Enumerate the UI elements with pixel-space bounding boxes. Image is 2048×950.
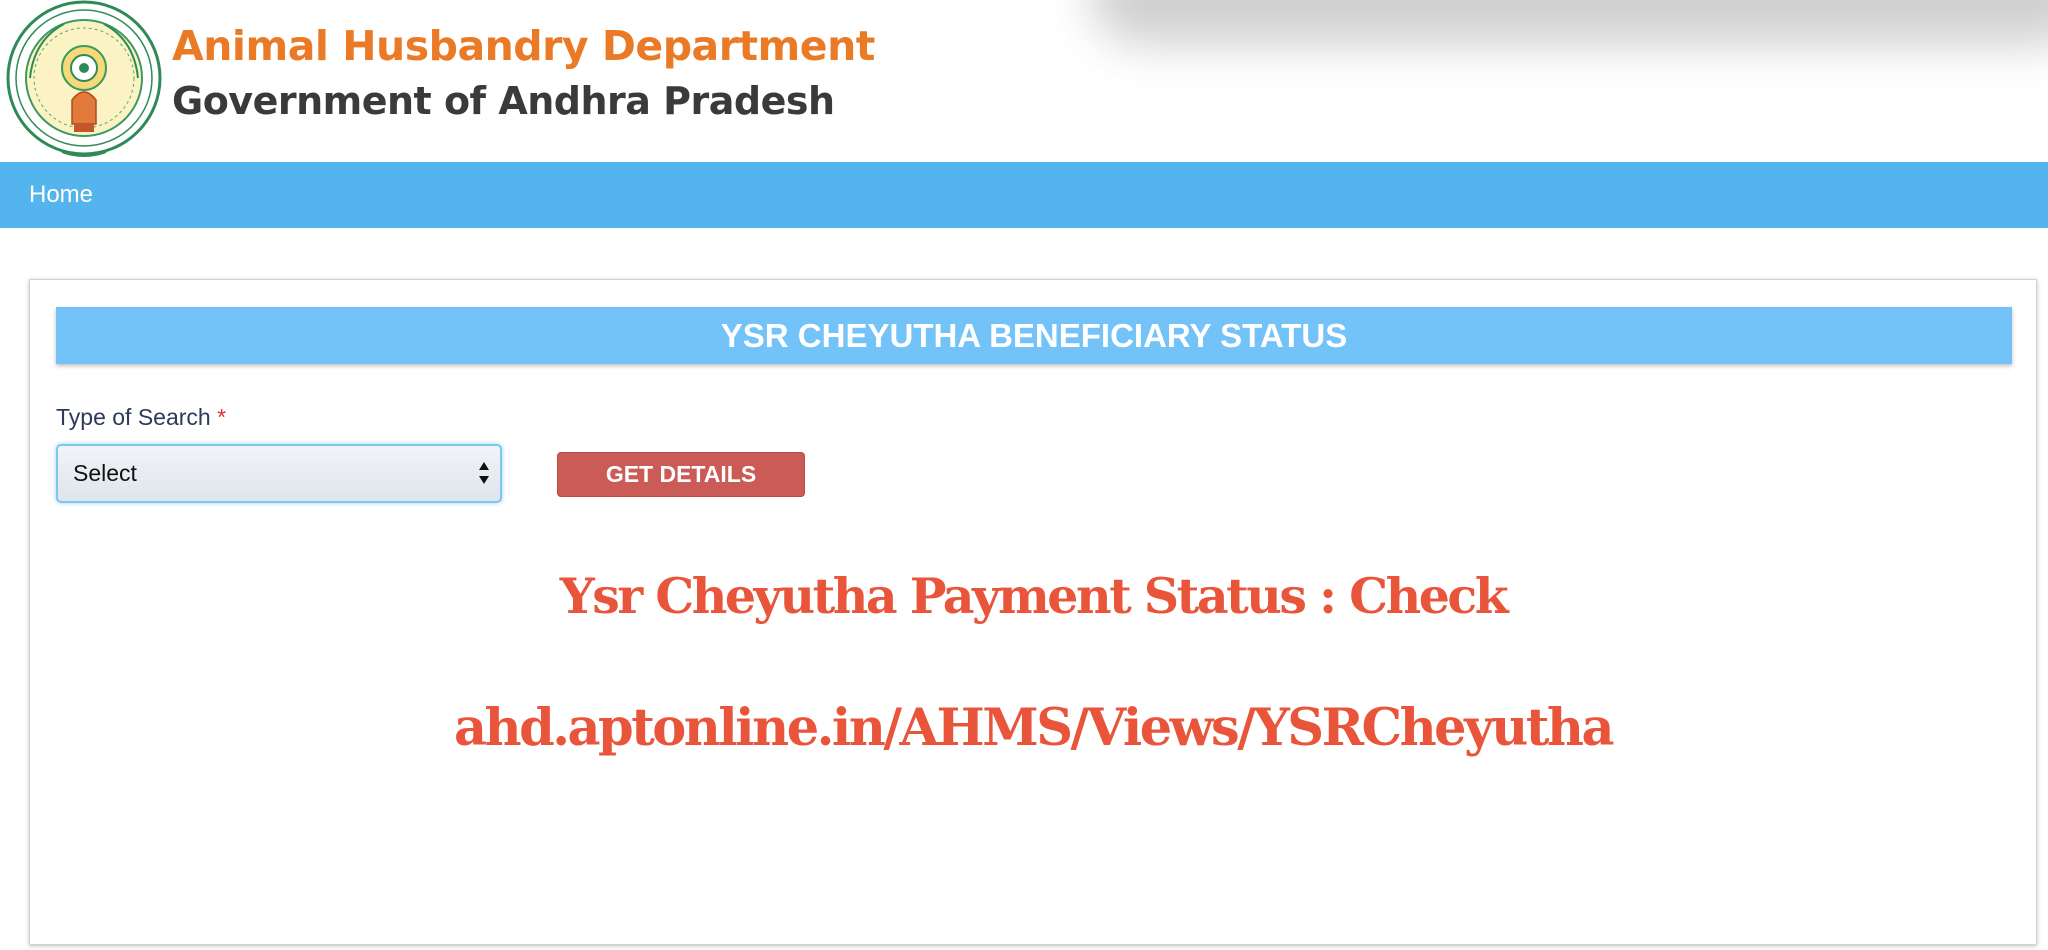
department-title: Animal Husbandry Department [172,22,875,70]
type-of-search-selected-value: Select [73,460,137,486]
header-shadow-decoration [1090,0,2048,45]
type-of-search-label-text: Type of Search [56,404,211,430]
panel-heading: YSR CHEYUTHA BENEFICIARY STATUS [56,307,2012,364]
select-updown-arrows-icon [479,462,489,484]
beneficiary-status-panel: YSR CHEYUTHA BENEFICIARY STATUS Type of … [29,279,2037,945]
type-of-search-select[interactable]: Select [56,444,502,503]
andhra-pradesh-emblem-seal-icon [6,0,162,157]
overlay-url-line: ahd.aptonline.in/AHMS/Views/YSRCheyutha [453,698,1615,758]
overlay-title-line: Ysr Cheyutha Payment Status : Check [559,567,1509,625]
page-header: Animal Husbandry Department Government o… [0,0,2048,162]
type-of-search-label: Type of Search * [56,404,226,431]
top-navbar: Home [0,162,2048,228]
get-details-button[interactable]: GET DETAILS [557,452,805,497]
government-title: Government of Andhra Pradesh [172,79,835,123]
nav-home-link[interactable]: Home [29,162,93,228]
required-asterisk: * [217,404,227,430]
